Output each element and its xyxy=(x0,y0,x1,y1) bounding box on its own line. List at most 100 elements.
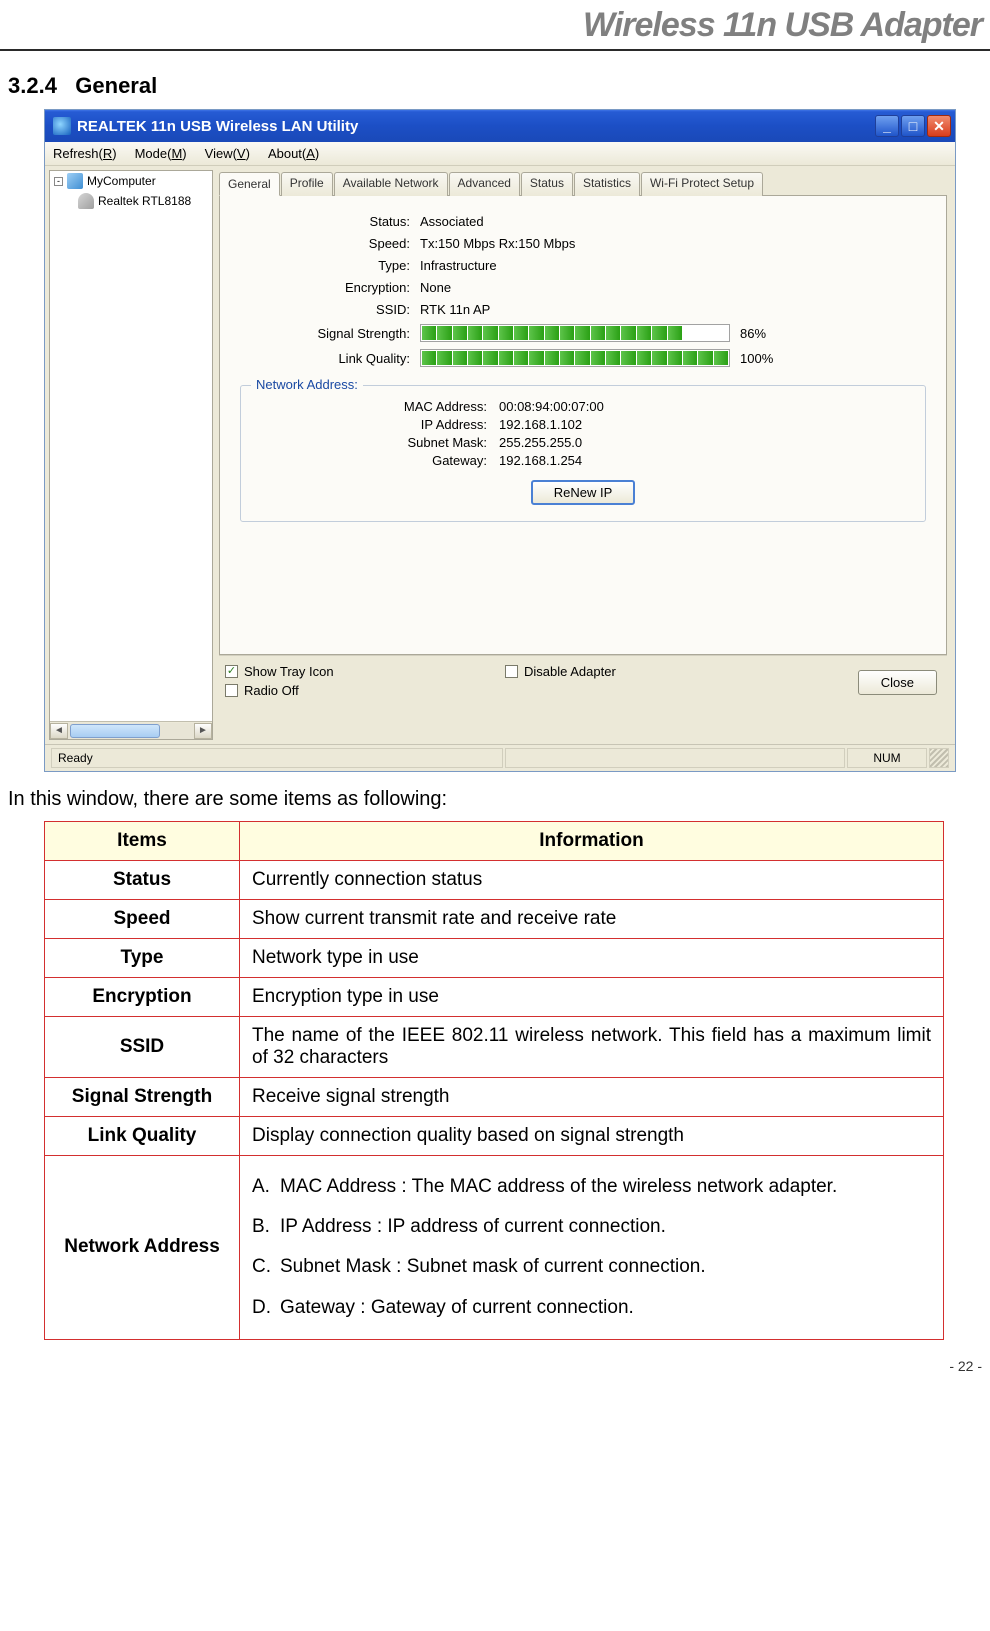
statusbar: Ready NUM xyxy=(45,744,955,771)
cell-item-link: Link Quality xyxy=(45,1117,240,1156)
disable-adapter-label: Disable Adapter xyxy=(524,664,616,679)
tab-profile[interactable]: Profile xyxy=(281,172,333,196)
th-items: Items xyxy=(45,822,240,861)
value-status: Associated xyxy=(420,214,926,229)
na-c: Subnet Mask : Subnet mask of current con… xyxy=(280,1256,706,1277)
close-app-button[interactable]: Close xyxy=(858,670,937,695)
content-pane: General Profile Available Network Advanc… xyxy=(215,166,955,744)
label-subnet: Subnet Mask: xyxy=(257,435,487,450)
menu-view[interactable]: View(V) xyxy=(205,146,250,161)
label-type: Type: xyxy=(240,258,410,273)
computer-icon xyxy=(67,173,83,189)
cell-info-signal: Receive signal strength xyxy=(240,1078,944,1117)
app-window: REALTEK 11n USB Wireless LAN Utility _ □… xyxy=(44,109,956,772)
titlebar[interactable]: REALTEK 11n USB Wireless LAN Utility _ □… xyxy=(45,110,955,142)
table-row: Status Currently connection status xyxy=(45,861,944,900)
tab-status[interactable]: Status xyxy=(521,172,573,196)
cell-info-link: Display connection quality based on sign… xyxy=(240,1117,944,1156)
scroll-thumb[interactable] xyxy=(70,724,160,738)
scroll-right-icon[interactable]: ► xyxy=(194,723,212,739)
table-row: Link Quality Display connection quality … xyxy=(45,1117,944,1156)
maximize-button[interactable]: □ xyxy=(901,115,925,137)
na-b-letter: B. xyxy=(252,1210,280,1244)
row-ssid: SSID: RTK 11n AP xyxy=(240,302,926,317)
tab-wifi-protect[interactable]: Wi-Fi Protect Setup xyxy=(641,172,763,196)
row-signal-strength: Signal Strength: 86% xyxy=(240,324,926,342)
label-status: Status: xyxy=(240,214,410,229)
label-encryption: Encryption: xyxy=(240,280,410,295)
na-d-letter: D. xyxy=(252,1291,280,1325)
scroll-track[interactable] xyxy=(68,723,194,739)
table-row: SSID The name of the IEEE 802.11 wireles… xyxy=(45,1017,944,1078)
table-row: Signal Strength Receive signal strength xyxy=(45,1078,944,1117)
tree-child-label: Realtek RTL8188 xyxy=(98,194,191,208)
na-c-letter: C. xyxy=(252,1250,280,1284)
show-tray-checkbox[interactable]: ✓ xyxy=(225,665,238,678)
value-speed: Tx:150 Mbps Rx:150 Mbps xyxy=(420,236,926,251)
show-tray-label: Show Tray Icon xyxy=(244,664,334,679)
menu-about[interactable]: About(A) xyxy=(268,146,319,161)
na-a-letter: A. xyxy=(252,1170,280,1204)
cell-info-ssid: The name of the IEEE 802.11 wireless net… xyxy=(240,1017,944,1078)
doc-header-title: Wireless 11n USB Adapter xyxy=(583,6,982,44)
table-row: Network Address A.MAC Address : The MAC … xyxy=(45,1156,944,1340)
radio-off-label: Radio Off xyxy=(244,683,299,698)
row-ip: IP Address: 192.168.1.102 xyxy=(257,417,909,432)
table-row: Type Network type in use xyxy=(45,939,944,978)
row-status: Status: Associated xyxy=(240,214,926,229)
tree-child-row[interactable]: Realtek RTL8188 xyxy=(74,191,212,211)
radio-off-checkbox[interactable] xyxy=(225,684,238,697)
tab-available-network[interactable]: Available Network xyxy=(334,172,448,196)
intro-text: In this window, there are some items as … xyxy=(8,788,990,811)
tree-toggle-icon[interactable]: - xyxy=(54,177,63,186)
cell-info-speed: Show current transmit rate and receive r… xyxy=(240,900,944,939)
cell-item-status: Status xyxy=(45,861,240,900)
label-ip: IP Address: xyxy=(257,417,487,432)
close-button[interactable]: ✕ xyxy=(927,115,951,137)
tree-root-row[interactable]: - MyComputer xyxy=(50,171,212,191)
link-bar xyxy=(420,349,730,367)
cell-item-netaddr: Network Address xyxy=(45,1156,240,1340)
menu-refresh[interactable]: Refresh(R) xyxy=(53,146,117,161)
cell-item-encryption: Encryption xyxy=(45,978,240,1017)
value-gateway: 192.168.1.254 xyxy=(499,453,582,468)
table-row: Speed Show current transmit rate and rec… xyxy=(45,900,944,939)
value-encryption: None xyxy=(420,280,926,295)
horizontal-scrollbar[interactable]: ◄ ► xyxy=(50,721,212,739)
minimize-button[interactable]: _ xyxy=(875,115,899,137)
cell-item-speed: Speed xyxy=(45,900,240,939)
tab-advanced[interactable]: Advanced xyxy=(449,172,520,196)
doc-header: Wireless 11n USB Adapter xyxy=(0,0,990,51)
menu-mode[interactable]: Mode(M) xyxy=(135,146,187,161)
row-link-quality: Link Quality: 100% xyxy=(240,349,926,367)
titlebar-text: REALTEK 11n USB Wireless LAN Utility xyxy=(77,118,875,135)
row-mac: MAC Address: 00:08:94:00:07:00 xyxy=(257,399,909,414)
na-b: IP Address : IP address of current conne… xyxy=(280,1216,666,1237)
tab-statistics[interactable]: Statistics xyxy=(574,172,640,196)
window-controls: _ □ ✕ xyxy=(875,115,951,137)
menubar: Refresh(R) Mode(M) View(V) About(A) xyxy=(45,142,955,166)
value-subnet: 255.255.255.0 xyxy=(499,435,582,450)
section-number: 3.2.4 xyxy=(8,73,57,98)
cell-info-type: Network type in use xyxy=(240,939,944,978)
tree-pane[interactable]: - MyComputer Realtek RTL8188 ◄ ► xyxy=(49,170,213,740)
cell-item-signal: Signal Strength xyxy=(45,1078,240,1117)
cell-item-type: Type xyxy=(45,939,240,978)
cell-item-ssid: SSID xyxy=(45,1017,240,1078)
status-num: NUM xyxy=(847,748,927,768)
row-speed: Speed: Tx:150 Mbps Rx:150 Mbps xyxy=(240,236,926,251)
disable-adapter-checkbox[interactable] xyxy=(505,665,518,678)
tab-general[interactable]: General xyxy=(219,172,280,196)
row-gateway: Gateway: 192.168.1.254 xyxy=(257,453,909,468)
row-subnet: Subnet Mask: 255.255.255.0 xyxy=(257,435,909,450)
label-mac: MAC Address: xyxy=(257,399,487,414)
row-encryption: Encryption: None xyxy=(240,280,926,295)
renew-ip-button[interactable]: ReNew IP xyxy=(531,480,636,505)
label-signal: Signal Strength: xyxy=(240,326,410,341)
na-d: Gateway : Gateway of current connection. xyxy=(280,1297,634,1318)
resize-grip-icon[interactable] xyxy=(929,748,949,768)
status-mid xyxy=(505,748,845,768)
scroll-left-icon[interactable]: ◄ xyxy=(50,723,68,739)
table-row: Encryption Encryption type in use xyxy=(45,978,944,1017)
cell-info-encryption: Encryption type in use xyxy=(240,978,944,1017)
